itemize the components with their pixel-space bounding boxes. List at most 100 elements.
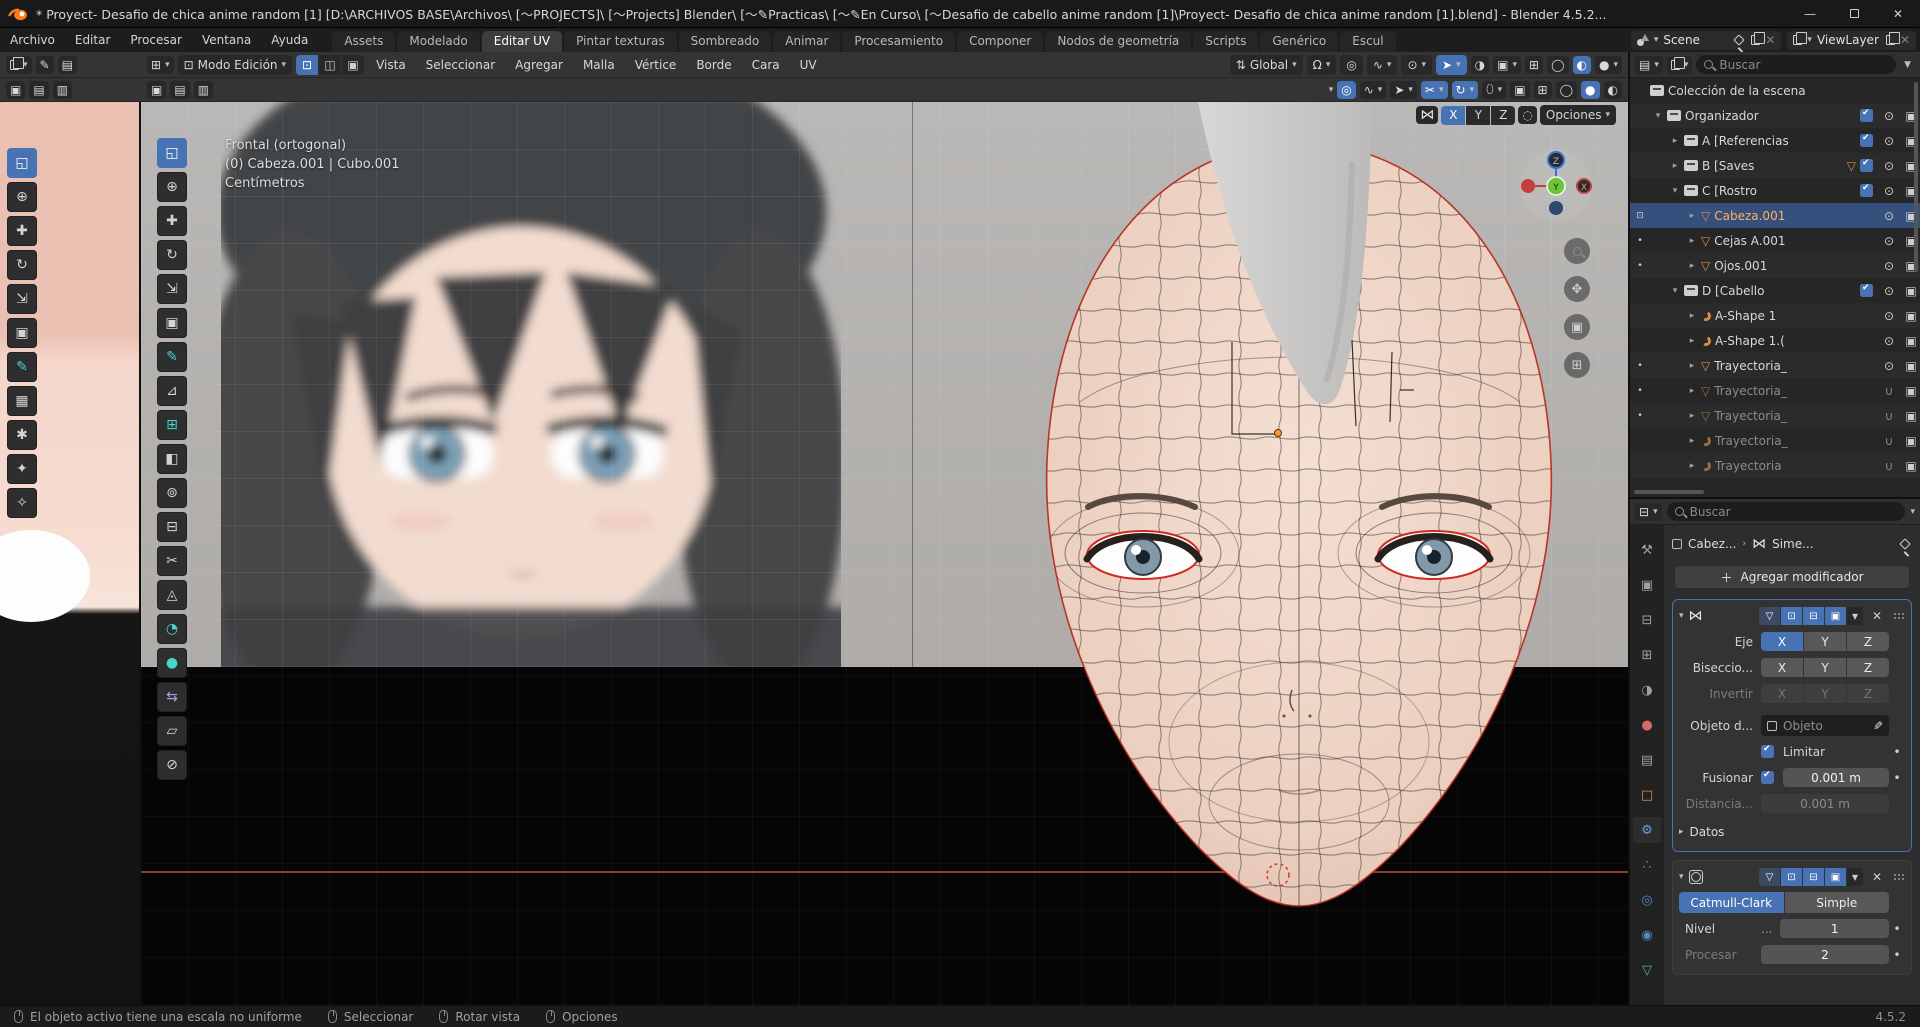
expand-icon[interactable]: ▸ — [1687, 461, 1697, 471]
rip-region-tool[interactable]: ▦ — [7, 386, 37, 416]
menu-ayuda[interactable]: Ayuda — [261, 33, 318, 47]
outliner-row-scene-collection[interactable]: Colección de la escena — [1630, 78, 1920, 103]
shear-tool[interactable]: ▱ — [157, 716, 187, 746]
vertex-select-icon[interactable]: ⊡ — [296, 54, 319, 75]
merge-checkbox[interactable] — [1761, 770, 1774, 784]
render-toggle-icon[interactable]: ▣ — [1825, 607, 1846, 625]
proportional-circle-icon[interactable]: ◎ — [1337, 80, 1356, 99]
bisect-x-button[interactable]: X — [1761, 658, 1803, 677]
hide-eye-icon[interactable]: ⊙ — [1880, 359, 1898, 373]
tab-scripts[interactable]: Scripts — [1193, 31, 1259, 52]
simple-button[interactable]: Simple — [1784, 892, 1889, 913]
gizmo-toggle-icon[interactable]: ▣ — [147, 80, 167, 99]
tab-nodos-geometria[interactable]: Nodos de geometría — [1045, 31, 1192, 52]
animate-dot[interactable]: • — [1889, 948, 1905, 962]
tab-scene[interactable]: ◑ — [1633, 677, 1661, 703]
outliner-search-input[interactable]: Buscar — [1696, 55, 1897, 74]
tab-editar-uv[interactable]: Editar UV — [481, 31, 563, 52]
expand-icon[interactable]: ▸ — [1687, 261, 1697, 271]
camera-view-icon[interactable]: ▣ — [1564, 314, 1590, 340]
tab-modelado[interactable]: Modelado — [397, 31, 480, 52]
axis-z-button[interactable]: Z — [1847, 632, 1889, 651]
uv-panel-icon[interactable]: ▤ — [57, 55, 77, 74]
hide-eye-icon[interactable]: ⊙ — [1880, 159, 1898, 173]
collapse-icon[interactable]: ▾ — [1679, 611, 1684, 621]
catmull-clark-button[interactable]: Catmull-Clark — [1679, 892, 1784, 913]
checkbox-icon[interactable] — [1860, 283, 1873, 297]
hide-eye-icon[interactable]: ⊙ — [1880, 309, 1898, 323]
render-camera-icon[interactable]: ▣ — [1902, 384, 1920, 398]
mirror-object-field[interactable]: Objeto ✎ — [1761, 715, 1889, 736]
proportional-edit-icon[interactable]: ◎ — [1340, 54, 1363, 75]
outliner-scrollbar-vertical[interactable] — [1914, 82, 1918, 272]
relax-tool[interactable]: ✦ — [7, 454, 37, 484]
frame-icon[interactable]: ▣ — [1510, 80, 1530, 99]
pinch-tool[interactable]: ✧ — [7, 488, 37, 518]
properties-editor-type-button[interactable]: ⊟ ▾ — [1635, 502, 1662, 521]
viewport-render-ball-icon[interactable]: ◐ — [1603, 80, 1622, 99]
restore-button[interactable] — [1832, 0, 1876, 27]
outliner-row-saves[interactable]: ▸ B [Saves ▽ ⊙▣ — [1630, 153, 1920, 178]
expand-icon[interactable]: ▸ — [1687, 211, 1697, 221]
outliner-row-ashape1b[interactable]: ▸ A-Shape 1.( ⊙ ▣ — [1630, 328, 1920, 353]
remove-modifier-icon[interactable]: ✕ — [1868, 609, 1886, 623]
tab-physics[interactable]: ◎ — [1633, 887, 1661, 913]
correct-face-attributes-icon[interactable]: ◌ — [1518, 106, 1537, 124]
checkbox-icon[interactable] — [1860, 158, 1873, 172]
tab-modifiers[interactable]: ⚙ — [1633, 817, 1661, 843]
expand-icon[interactable]: ▸ — [1687, 436, 1697, 446]
minimize-button[interactable]: — — [1788, 0, 1832, 27]
render-camera-icon[interactable]: ▣ — [1902, 409, 1920, 423]
animate-dot[interactable]: • — [1889, 745, 1905, 759]
move-tool[interactable]: ✚ — [157, 206, 187, 236]
outliner-row-trayectoria-4[interactable]: ▸ Trayectoria_ ∪ ▣ — [1630, 428, 1920, 453]
head-mesh[interactable] — [1020, 102, 1580, 920]
breadcrumb-modifier[interactable]: Sime... — [1772, 537, 1813, 551]
loop-cut-tool[interactable]: ⊟ — [157, 512, 187, 542]
limit-checkbox[interactable] — [1761, 744, 1774, 758]
falloff-dropdown[interactable]: ∿ ▾ — [1359, 80, 1387, 99]
tab-object-data[interactable]: ▽ — [1633, 957, 1661, 983]
distance-value-field[interactable]: 0.001 m — [1761, 794, 1889, 813]
add-cube-tool[interactable]: ⊞ — [157, 410, 187, 440]
knife-tool[interactable]: ✂ — [157, 546, 187, 576]
menu-uv[interactable]: UV — [792, 58, 825, 72]
realtime-toggle-icon[interactable]: ⊡ — [1781, 868, 1802, 886]
expand-icon[interactable]: ▸ — [1687, 411, 1697, 421]
render-camera-icon[interactable]: ▣ — [1902, 309, 1920, 323]
expand-icon[interactable]: ▸ — [1687, 236, 1697, 246]
falloff-curve-icon[interactable]: ∿ ▾ — [1366, 54, 1398, 75]
hide-eye-icon[interactable]: ⊙ — [1880, 209, 1898, 223]
outliner-row-cejas[interactable]: • ▸ ▽ Cejas A.001 ⊙ ▣ — [1630, 228, 1920, 253]
menu-malla[interactable]: Malla — [575, 58, 623, 72]
collapse-icon[interactable]: ▾ — [1670, 186, 1680, 196]
mirror-y-button[interactable]: Y — [1466, 105, 1491, 125]
outliner-row-rostro[interactable]: ▾ C [Rostro ⊙▣ — [1630, 178, 1920, 203]
mirror-z-button[interactable]: Z — [1491, 105, 1516, 125]
scale-tool[interactable]: ⇲ — [7, 284, 37, 314]
outliner-row-trayectoria-5[interactable]: ▸ Trayectoria ∪ ▣ — [1630, 453, 1920, 478]
render-camera-icon[interactable]: ▣ — [1902, 459, 1920, 473]
move-tool[interactable]: ✚ — [7, 216, 37, 246]
menu-seleccionar[interactable]: Seleccionar — [418, 58, 503, 72]
expand-icon[interactable]: ▸ — [1670, 161, 1680, 171]
tab-render[interactable]: ▣ — [1633, 572, 1661, 598]
new-scene-icon[interactable] — [1751, 32, 1766, 45]
expand-icon[interactable]: ▸ — [1687, 311, 1697, 321]
viewlayer-selector[interactable]: ▾ ViewLayer ✕ — [1787, 30, 1916, 50]
menu-vertice[interactable]: Vértice — [627, 58, 685, 72]
filter-funnel-icon[interactable]: ▼ — [1900, 60, 1915, 70]
uv-overlay-icon[interactable]: ▤ — [29, 80, 49, 99]
expand-icon[interactable]: ▸ — [1670, 136, 1680, 146]
extrude-tool[interactable]: ◧ — [157, 444, 187, 474]
display-mode-dropdown[interactable]: ▤ ▾ — [1635, 55, 1663, 74]
checkbox-icon[interactable] — [1860, 183, 1873, 197]
tab-collection[interactable]: ▤ — [1633, 747, 1661, 773]
select-box-tool[interactable]: ◱ — [7, 148, 37, 178]
viewport-wireframe-ball-icon[interactable]: ⊞ — [1533, 80, 1552, 99]
annotate-tool[interactable]: ✎ — [157, 342, 187, 372]
menu-editar[interactable]: Editar — [65, 33, 121, 47]
select-arrow-icon[interactable]: ➤ ▾ — [1436, 54, 1467, 75]
viewport-material-ball-icon[interactable]: ● — [1581, 80, 1600, 99]
merge-value-field[interactable]: 0.001 m — [1783, 768, 1889, 787]
